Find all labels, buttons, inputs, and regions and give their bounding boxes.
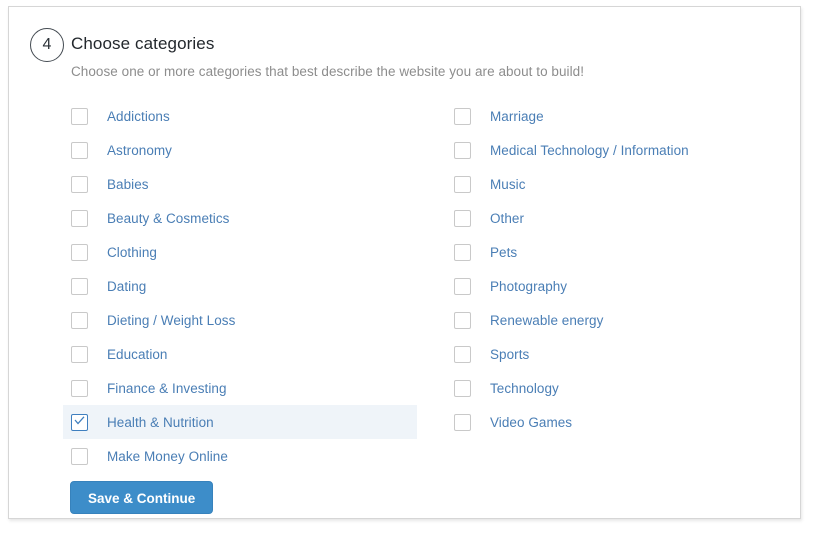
choose-categories-card: 4 Choose categories Choose one or more c… xyxy=(8,6,801,519)
category-row-make-money-online[interactable]: Make Money Online xyxy=(63,439,417,473)
category-row-medical-technology-information[interactable]: Medical Technology / Information xyxy=(446,133,776,167)
page-title: Choose categories xyxy=(71,34,215,53)
category-label: Astronomy xyxy=(107,142,172,158)
checkbox-checked-icon[interactable] xyxy=(71,413,88,431)
save-and-continue-button[interactable]: Save & Continue xyxy=(70,481,214,514)
category-label: Other xyxy=(490,210,525,226)
category-label: Renewable energy xyxy=(490,312,604,328)
checkbox-icon[interactable] xyxy=(454,107,471,125)
category-row-sports[interactable]: Sports xyxy=(446,337,776,371)
checkbox-icon[interactable] xyxy=(454,345,471,363)
category-label: Beauty & Cosmetics xyxy=(107,210,230,226)
checkbox-icon[interactable] xyxy=(454,413,471,431)
category-label: Sports xyxy=(490,346,530,362)
category-label: Babies xyxy=(107,176,149,192)
checkbox-icon[interactable] xyxy=(71,379,88,397)
category-label: Medical Technology / Information xyxy=(490,142,689,158)
category-row-clothing[interactable]: Clothing xyxy=(63,235,417,269)
category-row-finance-investing[interactable]: Finance & Investing xyxy=(63,371,417,405)
category-row-babies[interactable]: Babies xyxy=(63,167,417,201)
checkbox-icon[interactable] xyxy=(454,311,471,329)
checkbox-icon[interactable] xyxy=(454,209,471,227)
category-row-marriage[interactable]: Marriage xyxy=(446,99,776,133)
checkbox-icon[interactable] xyxy=(71,209,88,227)
category-list-right: Marriage Medical Technology / Information… xyxy=(446,99,776,439)
checkbox-icon[interactable] xyxy=(454,277,471,295)
category-list-left: Addictions Astronomy Babies Beauty & Cosmet… xyxy=(63,99,417,473)
checkbox-icon[interactable] xyxy=(454,243,471,261)
category-row-addictions[interactable]: Addictions xyxy=(63,99,417,133)
category-label: Marriage xyxy=(490,108,544,124)
checkbox-icon[interactable] xyxy=(71,277,88,295)
checkbox-icon[interactable] xyxy=(71,107,88,125)
category-label: Photography xyxy=(490,278,568,294)
category-label: Video Games xyxy=(490,414,573,430)
category-row-photography[interactable]: Photography xyxy=(446,269,776,303)
category-label: Education xyxy=(107,346,168,362)
category-row-technology[interactable]: Technology xyxy=(446,371,776,405)
category-row-education[interactable]: Education xyxy=(63,337,417,371)
category-row-other[interactable]: Other xyxy=(446,201,776,235)
step-number-badge: 4 xyxy=(30,28,64,62)
category-label: Finance & Investing xyxy=(107,380,227,396)
category-label: Dieting / Weight Loss xyxy=(107,312,236,328)
category-row-music[interactable]: Music xyxy=(446,167,776,201)
category-row-beauty-cosmetics[interactable]: Beauty & Cosmetics xyxy=(63,201,417,235)
category-row-astronomy[interactable]: Astronomy xyxy=(63,133,417,167)
category-label: Health & Nutrition xyxy=(107,414,214,430)
checkbox-icon[interactable] xyxy=(71,311,88,329)
checkmark-icon xyxy=(74,415,85,425)
category-label: Pets xyxy=(490,244,518,260)
category-label: Dating xyxy=(107,278,147,294)
category-row-health-nutrition[interactable]: Health & Nutrition xyxy=(63,405,417,439)
checkbox-icon[interactable] xyxy=(71,141,88,159)
category-row-dieting-weight-loss[interactable]: Dieting / Weight Loss xyxy=(63,303,417,337)
checkbox-icon[interactable] xyxy=(454,175,471,193)
checkbox-icon[interactable] xyxy=(454,141,471,159)
category-label: Make Money Online xyxy=(107,448,228,464)
checkbox-icon[interactable] xyxy=(71,447,88,465)
category-label: Clothing xyxy=(107,244,157,260)
category-row-dating[interactable]: Dating xyxy=(63,269,417,303)
category-label: Addictions xyxy=(107,108,170,124)
checkbox-icon[interactable] xyxy=(71,243,88,261)
category-row-renewable-energy[interactable]: Renewable energy xyxy=(446,303,776,337)
category-row-video-games[interactable]: Video Games xyxy=(446,405,776,439)
checkbox-icon[interactable] xyxy=(71,345,88,363)
category-row-pets[interactable]: Pets xyxy=(446,235,776,269)
checkbox-icon[interactable] xyxy=(71,175,88,193)
page-subtitle: Choose one or more categories that best … xyxy=(71,64,585,79)
category-label: Technology xyxy=(490,380,559,396)
checkbox-icon[interactable] xyxy=(454,379,471,397)
category-label: Music xyxy=(490,176,526,192)
